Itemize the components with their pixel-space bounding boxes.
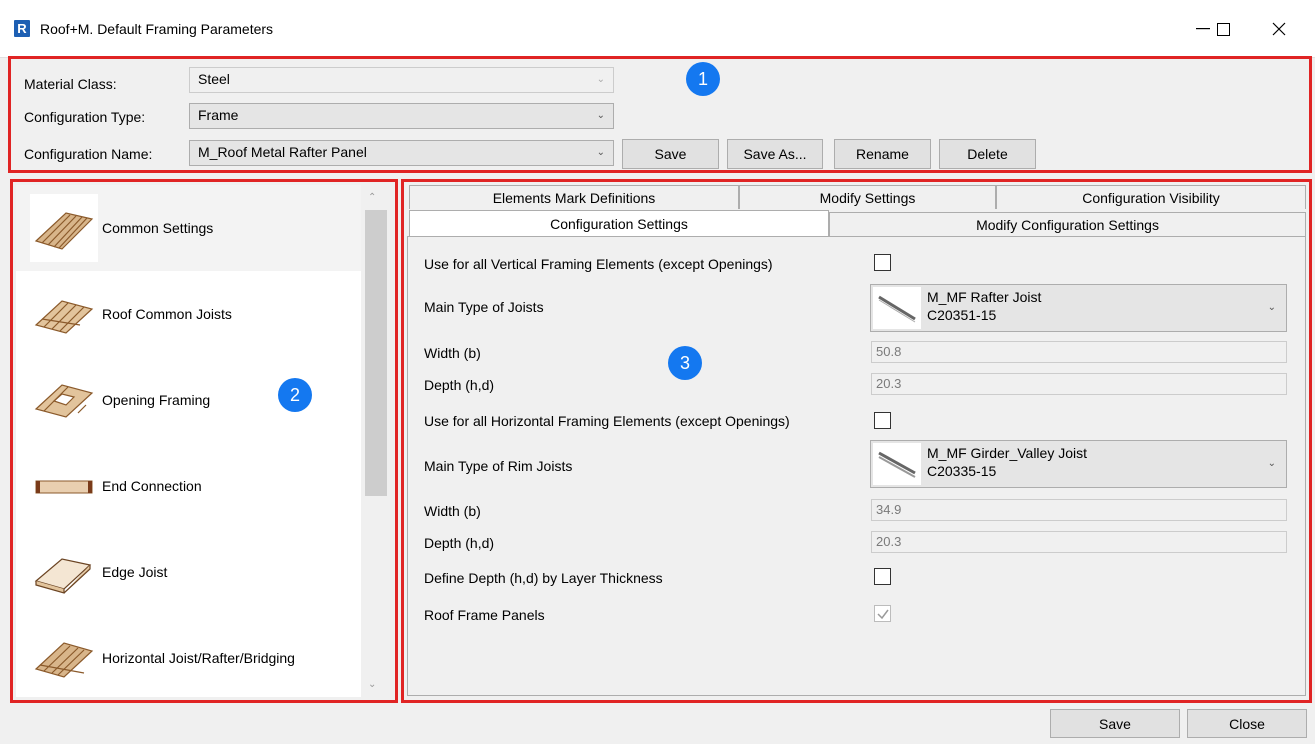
roof-joists-icon xyxy=(30,280,98,348)
depth-2-field: 20.3 xyxy=(871,531,1287,553)
configuration-type-label: Configuration Type: xyxy=(24,109,146,125)
main-joists-label: Main Type of Joists xyxy=(424,299,544,315)
floor-joists-icon xyxy=(30,194,98,262)
close-icon xyxy=(1272,22,1286,36)
configuration-type-value: Frame xyxy=(198,107,239,123)
list-item-edge-joist[interactable]: Edge Joist xyxy=(16,529,361,615)
depth-1-field: 20.3 xyxy=(871,373,1287,395)
checkmark-icon xyxy=(876,609,889,619)
configuration-name-select[interactable]: M_Roof Metal Rafter Panel ⌄ xyxy=(189,140,614,166)
chevron-down-icon: ⌄ xyxy=(1267,458,1276,469)
footer-save-button[interactable]: Save xyxy=(1050,709,1180,738)
width-2-label: Width (b) xyxy=(424,503,481,519)
rim-joists-label: Main Type of Rim Joists xyxy=(424,458,573,474)
list-item-horizontal-joist[interactable]: Horizontal Joist/Rafter/Bridging xyxy=(16,615,361,697)
depth-2-label: Depth (h,d) xyxy=(424,535,495,551)
horizontal-framing-checkbox[interactable] xyxy=(874,412,891,429)
girder-joist-icon xyxy=(873,443,921,485)
list-item-label: Common Settings xyxy=(102,220,214,236)
save-config-button[interactable]: Save xyxy=(622,139,719,169)
maximize-icon xyxy=(1216,22,1230,36)
title-bar: R Roof+M. Default Framing Parameters xyxy=(0,0,1315,58)
list-item-label: End Connection xyxy=(102,478,202,494)
list-scroll-thumb[interactable] xyxy=(365,210,387,496)
vertical-framing-label: Use for all Vertical Framing Elements (e… xyxy=(424,256,773,272)
callout-badge-1: 1 xyxy=(686,62,720,96)
app-logo-icon: R xyxy=(14,20,30,37)
chevron-down-icon: ⌄ xyxy=(1267,302,1276,313)
tab-modify-settings[interactable]: Modify Settings xyxy=(739,185,996,209)
save-as-button[interactable]: Save As... xyxy=(727,139,823,169)
end-connection-icon xyxy=(30,452,98,520)
rim-joists-select[interactable]: M_MF Girder_Valley Joist C20335-15 ⌄ xyxy=(870,440,1287,488)
rafter-joist-icon xyxy=(873,287,921,329)
configuration-name-value: M_Roof Metal Rafter Panel xyxy=(198,144,367,160)
list-item-label: Roof Common Joists xyxy=(102,306,232,322)
rename-button[interactable]: Rename xyxy=(834,139,931,169)
list-item-label: Opening Framing xyxy=(102,392,211,408)
layer-thickness-label: Define Depth (h,d) by Layer Thickness xyxy=(424,570,663,586)
tab-configuration-settings[interactable]: Configuration Settings xyxy=(409,210,829,237)
callout-badge-3: 3 xyxy=(668,346,702,380)
scroll-up-icon[interactable]: ⌃ xyxy=(368,192,376,203)
vertical-framing-checkbox[interactable] xyxy=(874,254,891,271)
list-item-roof-common-joists[interactable]: Roof Common Joists xyxy=(16,271,361,357)
rim-joists-name: M_MF Girder_Valley Joist xyxy=(927,445,1088,461)
callout-badge-2: 2 xyxy=(278,378,312,412)
width-1-field: 50.8 xyxy=(871,341,1287,363)
width-1-label: Width (b) xyxy=(424,345,481,361)
tab-modify-configuration-settings[interactable]: Modify Configuration Settings xyxy=(829,212,1306,236)
horizontal-framing-label: Use for all Horizontal Framing Elements … xyxy=(424,413,790,429)
configuration-name-label: Configuration Name: xyxy=(24,146,153,162)
tab-elements-mark-definitions[interactable]: Elements Mark Definitions xyxy=(409,185,739,209)
material-class-select: Steel ⌄ xyxy=(189,67,614,93)
main-joists-select[interactable]: M_MF Rafter Joist C20351-15 ⌄ xyxy=(870,284,1287,332)
roof-frame-panels-checkbox xyxy=(874,605,891,622)
chevron-down-icon: ⌄ xyxy=(596,110,605,121)
roof-frame-panels-label: Roof Frame Panels xyxy=(424,607,545,623)
maximize-button[interactable] xyxy=(1200,12,1246,46)
width-2-field: 34.9 xyxy=(871,499,1287,521)
material-class-label: Material Class: xyxy=(24,76,117,92)
layer-thickness-checkbox[interactable] xyxy=(874,568,891,585)
chevron-down-icon: ⌄ xyxy=(596,147,605,158)
horizontal-joist-icon xyxy=(30,624,98,692)
main-joists-name: M_MF Rafter Joist xyxy=(927,289,1042,305)
close-window-button[interactable] xyxy=(1256,12,1302,46)
footer-close-button[interactable]: Close xyxy=(1187,709,1307,738)
tab-configuration-visibility[interactable]: Configuration Visibility xyxy=(996,185,1306,209)
material-class-value: Steel xyxy=(198,71,230,87)
scroll-down-icon[interactable]: ⌄ xyxy=(368,679,376,690)
depth-1-label: Depth (h,d) xyxy=(424,377,495,393)
delete-button[interactable]: Delete xyxy=(939,139,1036,169)
settings-category-list[interactable]: Common Settings Roof Common Joists Openi… xyxy=(16,185,361,697)
list-item-end-connection[interactable]: End Connection xyxy=(16,443,361,529)
edge-joist-icon xyxy=(30,538,98,606)
chevron-down-icon: ⌄ xyxy=(596,74,605,85)
list-item-common-settings[interactable]: Common Settings xyxy=(16,185,361,271)
main-joists-code: C20351-15 xyxy=(927,307,997,323)
rim-joists-code: C20335-15 xyxy=(927,463,997,479)
window-title: Roof+M. Default Framing Parameters xyxy=(40,21,274,37)
opening-framing-icon xyxy=(30,366,98,434)
list-item-label: Edge Joist xyxy=(102,564,168,580)
configuration-type-select[interactable]: Frame ⌄ xyxy=(189,103,614,129)
list-item-label: Horizontal Joist/Rafter/Bridging xyxy=(102,650,295,666)
